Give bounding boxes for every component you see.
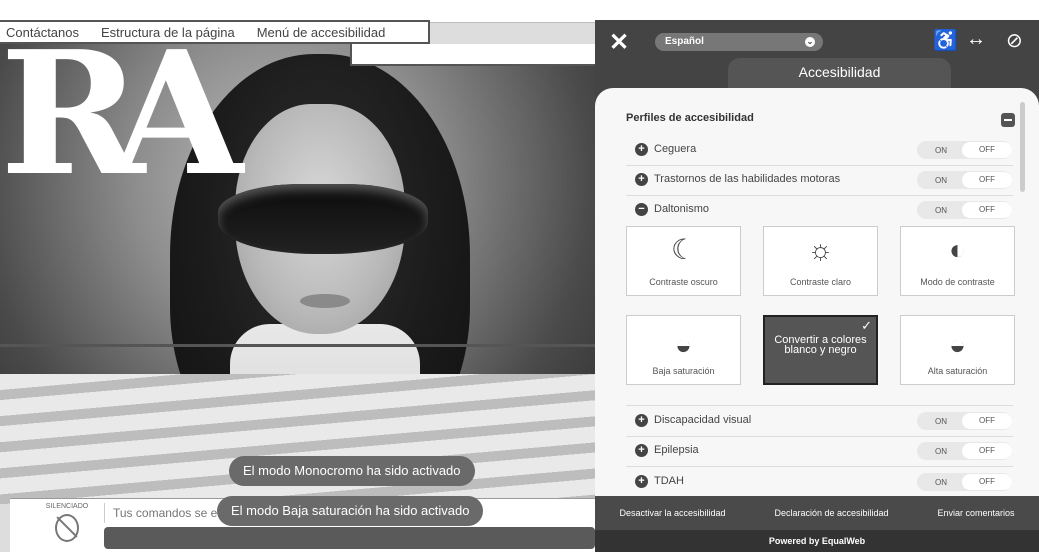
profile-label: TDAH xyxy=(654,475,684,487)
skip-link-accessibility-menu[interactable]: Menú de accesibilidad xyxy=(257,25,386,40)
resize-arrows-icon[interactable]: ↔ xyxy=(966,28,986,51)
disable-accessibility-link[interactable]: Desactivar la accesibilidad xyxy=(619,508,725,518)
panel-title: Accesibilidad xyxy=(728,58,951,90)
brand-logo: RA xyxy=(0,14,243,214)
profile-row-motor[interactable]: + Trastornos de las habilidades motoras … xyxy=(626,165,1013,196)
drop-low-icon: ◒ xyxy=(675,329,692,360)
header-box xyxy=(350,44,595,66)
toast-low-saturation-activated: El modo Baja saturación ha sido activado xyxy=(217,496,484,526)
option-high-saturation[interactable]: ◒ Alta saturación xyxy=(900,315,1015,385)
option-label: Alta saturación xyxy=(927,366,988,376)
option-label: Contraste oscuro xyxy=(649,277,718,287)
minus-icon: − xyxy=(635,203,648,216)
moon-icon: ☾ xyxy=(670,234,697,265)
hide-eye-icon[interactable]: ⊘ xyxy=(1006,28,1023,53)
plus-icon: + xyxy=(635,173,648,186)
skip-link-contact[interactable]: Contáctanos xyxy=(6,25,79,40)
toggle-off-label: OFF xyxy=(962,172,1012,188)
profile-row-epilepsia[interactable]: + Epilepsia ON OFF xyxy=(626,436,1013,467)
toggle-on-label: ON xyxy=(935,447,947,456)
language-select[interactable]: Español ⌄ xyxy=(655,33,823,51)
profile-toggle[interactable]: ON OFF xyxy=(917,473,1012,491)
toggle-on-label: ON xyxy=(935,206,947,215)
mute-button[interactable]: SILENCIADO xyxy=(32,503,102,549)
toast-monochrome-activated: El modo Monocromo ha sido activado xyxy=(229,456,475,486)
profile-label: Daltonismo xyxy=(654,203,710,215)
profile-label: Ceguera xyxy=(654,143,697,155)
option-label: Modo de contraste xyxy=(920,277,995,287)
option-light-contrast[interactable]: ☼ Contraste claro xyxy=(763,226,878,296)
collapse-icon[interactable] xyxy=(1001,113,1015,127)
toggle-off-label: OFF xyxy=(962,142,1012,158)
drop-high-icon: ◒ xyxy=(949,329,966,360)
close-icon[interactable]: ✕ xyxy=(609,28,629,57)
profile-toggle[interactable]: ON OFF xyxy=(917,412,1012,430)
toggle-off-label: OFF xyxy=(962,413,1012,429)
profile-row-ceguera[interactable]: + Ceguera ON OFF xyxy=(626,135,1013,166)
panel-footer: Desactivar la accesibilidad Declaración … xyxy=(595,496,1039,552)
check-icon: ✓ xyxy=(861,318,872,333)
option-label: Convertir a colores blanco y negro xyxy=(774,334,867,356)
footer-links: Desactivar la accesibilidad Declaración … xyxy=(595,496,1039,530)
profile-row-visual[interactable]: + Discapacidad visual ON OFF xyxy=(626,405,1013,437)
powered-by[interactable]: Powered by EqualWeb xyxy=(595,530,1039,552)
toggle-off-label: OFF xyxy=(962,443,1012,459)
accessibility-statement-link[interactable]: Declaración de accesibilidad xyxy=(774,508,888,518)
profiles-heading: Perfiles de accesibilidad xyxy=(626,112,754,124)
scrollbar[interactable] xyxy=(1020,102,1025,192)
photo-lips xyxy=(300,294,350,308)
divider-line xyxy=(0,344,595,347)
toggle-on-label: ON xyxy=(935,417,947,426)
profile-row-daltonismo[interactable]: − Daltonismo ON OFF xyxy=(626,195,1013,225)
microphone-muted-icon xyxy=(55,514,79,542)
option-dark-contrast[interactable]: ☾ Contraste oscuro xyxy=(626,226,741,296)
plus-icon: + xyxy=(635,444,648,457)
profile-toggle[interactable]: ON OFF xyxy=(917,141,1012,159)
send-feedback-link[interactable]: Enviar comentarios xyxy=(937,508,1014,518)
plus-icon: + xyxy=(635,475,648,488)
option-low-saturation[interactable]: ◒ Baja saturación xyxy=(626,315,741,385)
skip-link-structure[interactable]: Estructura de la página xyxy=(101,25,235,40)
accessibility-panel: ✕ Español ⌄ ♿ ↔ ⊘ Accesibilidad Perfiles… xyxy=(595,20,1039,552)
profile-label: Discapacidad visual xyxy=(654,414,752,426)
profile-label: Epilepsia xyxy=(654,444,699,456)
muted-label: SILENCIADO xyxy=(45,503,89,510)
toggle-off-label: OFF xyxy=(962,202,1012,218)
toggle-on-label: ON xyxy=(935,146,947,155)
plus-icon: + xyxy=(635,143,648,156)
profile-row-tdah[interactable]: + TDAH ON OFF xyxy=(626,467,1013,497)
option-contrast-mode[interactable]: ◐ Modo de contraste xyxy=(900,226,1015,296)
profile-toggle[interactable]: ON OFF xyxy=(917,201,1012,219)
voice-command-submit-bar[interactable] xyxy=(104,527,595,549)
option-label: Baja saturación xyxy=(652,366,715,376)
profile-toggle[interactable]: ON OFF xyxy=(917,171,1012,189)
panel-body: Perfiles de accesibilidad + Ceguera ON O… xyxy=(595,88,1039,496)
sun-icon: ☼ xyxy=(807,234,834,265)
toggle-off-label: OFF xyxy=(962,474,1012,490)
option-black-white[interactable]: ✓ Convertir a colores blanco y negro xyxy=(763,315,878,385)
toggle-on-label: ON xyxy=(935,478,947,487)
profile-toggle[interactable]: ON OFF xyxy=(917,442,1012,460)
plus-icon: + xyxy=(635,414,648,427)
profile-label: Trastornos de las habilidades motoras xyxy=(654,173,841,185)
photo-sunglasses xyxy=(218,184,428,254)
option-label: Contraste claro xyxy=(789,277,852,287)
chevron-down-icon: ⌄ xyxy=(805,37,815,47)
contrast-icon: ◐ xyxy=(949,234,966,265)
skip-links-menu: Contáctanos Estructura de la página Menú… xyxy=(0,20,430,44)
wheelchair-icon[interactable]: ♿ xyxy=(933,28,958,53)
toggle-on-label: ON xyxy=(935,176,947,185)
language-value: Español xyxy=(665,36,704,47)
